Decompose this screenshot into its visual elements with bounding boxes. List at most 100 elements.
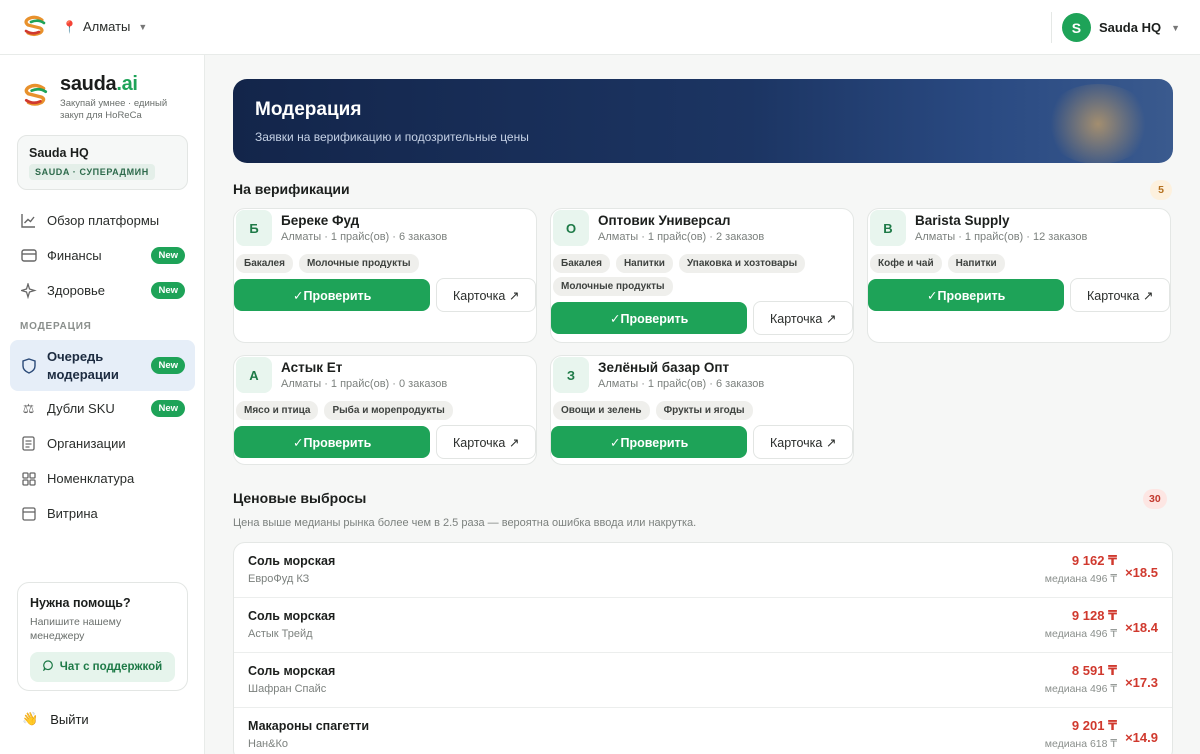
- price-value: 9 162 ₸: [1071, 553, 1118, 568]
- chevron-down-icon: ▼: [1171, 22, 1180, 33]
- sidebar-item-showcase[interactable]: Витрина: [10, 496, 195, 531]
- sidebar-item-organizations[interactable]: Организации: [10, 426, 195, 461]
- supplier-initial: А: [236, 357, 272, 393]
- sidebar-item-nomenclature[interactable]: Номенклатура: [10, 461, 195, 496]
- open-card-button[interactable]: Карточка ↗: [1070, 278, 1170, 312]
- category-tags: Мясо и птица Рыба и морепродукты: [234, 393, 530, 420]
- open-card-button[interactable]: Карточка ↗: [436, 425, 536, 459]
- page-title: Модерация: [255, 99, 362, 120]
- median-value: медиана 496 ₸: [1044, 683, 1118, 695]
- wave-hand-icon: 👋: [22, 711, 39, 726]
- supplier-meta: Алматы · 1 прайс(ов) · 6 заказов: [598, 378, 765, 390]
- outliers-count-badge: 30: [1143, 489, 1167, 509]
- supplier-meta: Алматы · 1 прайс(ов) · 2 заказов: [598, 231, 765, 243]
- chart-icon: [20, 212, 37, 229]
- sauda-logo-icon[interactable]: [22, 15, 48, 39]
- nav-section-moderation: МОДЕРАЦИЯ: [20, 321, 92, 332]
- supplier-name: Нан&Ко: [248, 738, 288, 750]
- median-value: медиана 618 ₸: [1044, 738, 1118, 750]
- nav-moderation: Очередь модерации New ⚖ Дубли SKU New Ор…: [10, 340, 195, 531]
- sidebar-item-duplicates[interactable]: ⚖ Дубли SKU New: [10, 391, 195, 426]
- user-menu[interactable]: S Sauda HQ ▼: [1050, 12, 1180, 43]
- supplier-name: Barista Supply: [915, 213, 1010, 228]
- org-name: Sauda HQ: [29, 146, 89, 160]
- verify-button[interactable]: ✓Проверить: [234, 426, 431, 458]
- category-tag: Напитки: [947, 254, 1005, 273]
- outliers-note: Цена выше медианы рынка более чем в 2.5 …: [233, 517, 697, 529]
- city-selector[interactable]: 📍 Алматы ▼: [62, 19, 147, 34]
- page-hero: Модерация Заявки на верификацию и подозр…: [233, 79, 1173, 163]
- verify-button[interactable]: ✓Проверить: [234, 279, 431, 311]
- supplier-initial: З: [553, 357, 589, 393]
- supplier-name: Шафран Спайс: [248, 683, 327, 695]
- support-chat-button[interactable]: Чат с поддержкой: [30, 652, 175, 682]
- price-value: 9 201 ₸: [1071, 718, 1118, 733]
- hero-glow: [1043, 84, 1153, 163]
- verification-title: На верификации: [233, 181, 350, 197]
- median-value: медиана 496 ₸: [1044, 628, 1118, 640]
- supplier-card: А Астык Ет Алматы · 1 прайс(ов) · 0 зака…: [233, 355, 537, 465]
- table-row[interactable]: Соль морская Шафран Спайс 8 591 ₸ медиан…: [234, 653, 1172, 708]
- supplier-name: Оптовик Универсал: [598, 213, 731, 228]
- category-tags: Овощи и зелень Фрукты и ягоды: [551, 393, 847, 420]
- chevron-down-icon: ▼: [138, 21, 148, 32]
- category-tag: Фрукты и ягоды: [655, 401, 753, 420]
- ratio-value: ×17.3: [1125, 674, 1158, 690]
- supplier-name: Астык Трейд: [248, 628, 313, 640]
- sidebar-item-overview[interactable]: Обзор платформы: [10, 203, 195, 238]
- supplier-initial: Б: [236, 210, 272, 246]
- outliers-title: Ценовые выбросы: [233, 490, 367, 506]
- supplier-card: З Зелёный базар Опт Алматы · 1 прайс(ов)…: [550, 355, 854, 465]
- category-tags: Кофе и чай Напитки: [868, 246, 1164, 273]
- category-tag: Бакалея: [553, 254, 610, 273]
- category-tag: Напитки: [615, 254, 673, 273]
- table-row[interactable]: Соль морская Астык Трейд 9 128 ₸ медиана…: [234, 598, 1172, 653]
- supplier-name: ЕвроФуд КЗ: [248, 573, 310, 585]
- open-card-button[interactable]: Карточка ↗: [436, 278, 536, 312]
- sidebar-item-moderation-queue[interactable]: Очередь модерации New: [10, 340, 195, 391]
- category-tag: Молочные продукты: [298, 254, 419, 273]
- supplier-meta: Алматы · 1 прайс(ов) · 0 заказов: [281, 378, 448, 390]
- supplier-meta: Алматы · 1 прайс(ов) · 12 заказов: [915, 231, 1088, 243]
- table-row[interactable]: Соль морская ЕвроФуд КЗ 9 162 ₸ медиана …: [234, 543, 1172, 598]
- logout-button[interactable]: 👋 Выйти: [22, 711, 89, 727]
- price-value: 8 591 ₸: [1071, 663, 1118, 678]
- sauda-logo-icon: [24, 83, 48, 106]
- new-badge: New: [151, 357, 185, 374]
- supplier-card: B Barista Supply Алматы · 1 прайс(ов) · …: [867, 208, 1171, 343]
- category-tag: Овощи и зелень: [553, 401, 650, 420]
- category-tags: Бакалея Молочные продукты: [234, 246, 530, 273]
- ratio-value: ×18.4: [1125, 619, 1158, 635]
- top-bar: 📍 Алматы ▼ S Sauda HQ ▼: [0, 0, 1200, 55]
- category-tags: Бакалея Напитки Упаковка и хозтовары Молочн…: [551, 246, 847, 296]
- page-subtitle: Заявки на верификацию и подозрительные ц…: [255, 130, 529, 144]
- product-name: Соль морская: [248, 609, 336, 623]
- category-tag: Мясо и птица: [236, 401, 319, 420]
- new-badge: New: [151, 282, 185, 299]
- verification-count-badge: 5: [1150, 180, 1172, 200]
- outliers-table: Соль морская ЕвроФуд КЗ 9 162 ₸ медиана …: [233, 542, 1173, 754]
- location-pin-icon: 📍: [62, 19, 77, 34]
- brand[interactable]: sauda.ai Закупай умнее · единый закуп дл…: [22, 73, 180, 122]
- sidebar-item-health[interactable]: Здоровье New: [10, 273, 195, 308]
- category-tag: Кофе и чай: [870, 254, 942, 273]
- product-name: Соль морская: [248, 554, 336, 568]
- sidebar-item-finance[interactable]: Финансы New: [10, 238, 195, 273]
- new-badge: New: [151, 400, 185, 417]
- document-icon: [20, 435, 37, 452]
- verify-button[interactable]: ✓Проверить: [868, 279, 1065, 311]
- verify-button[interactable]: ✓Проверить: [551, 426, 748, 458]
- price-value: 9 128 ₸: [1071, 608, 1118, 623]
- verify-button[interactable]: ✓Проверить: [551, 302, 748, 334]
- supplier-name: Астык Ет: [281, 360, 343, 375]
- help-subtitle: Напишите нашему менеджеру: [30, 616, 122, 642]
- open-card-button[interactable]: Карточка ↗: [753, 301, 853, 335]
- org-card[interactable]: Sauda HQ SAUDA · СУПЕРАДМИН: [17, 135, 188, 190]
- product-name: Соль морская: [248, 664, 336, 678]
- brand-name: sauda.ai: [60, 73, 138, 95]
- shield-icon: [20, 357, 37, 374]
- supplier-initial: О: [553, 210, 589, 246]
- open-card-button[interactable]: Карточка ↗: [753, 425, 853, 459]
- table-row[interactable]: Макароны спагетти Нан&Ко 9 201 ₸ медиана…: [234, 708, 1172, 754]
- median-value: медиана 496 ₸: [1044, 573, 1118, 585]
